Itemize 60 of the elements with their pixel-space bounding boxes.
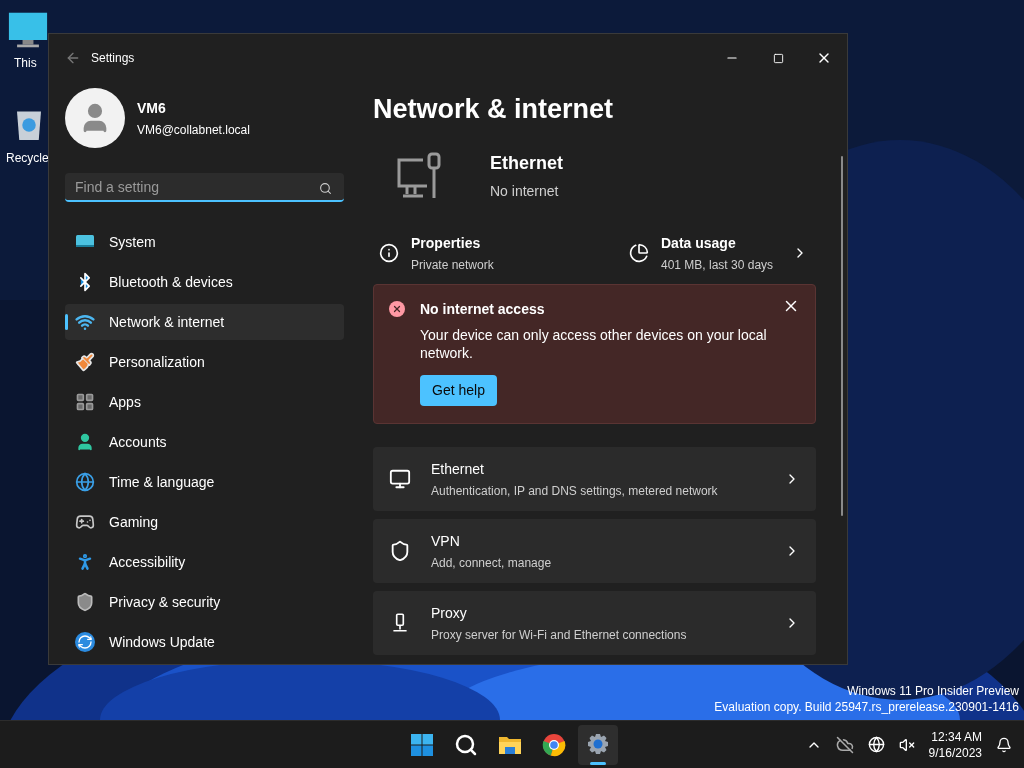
evaluation-notice: Evaluation copy. Build 25947.rs_prerelease.230901-1416 xyxy=(714,699,1019,715)
scrollbar[interactable] xyxy=(841,156,843,516)
page-title: Network & internet xyxy=(373,93,615,126)
nav-icon xyxy=(75,392,95,412)
alert-title: No internet access xyxy=(420,300,545,319)
desktop-icon-label: This xyxy=(13,55,37,72)
browser-icon xyxy=(542,732,566,757)
nav-item[interactable]: Privacy & security xyxy=(65,584,344,620)
settings-row[interactable]: VPN Add, connect, manage xyxy=(373,519,816,583)
nav-icon xyxy=(75,432,95,452)
search-icon xyxy=(454,732,478,757)
nav-item[interactable]: Gaming xyxy=(65,504,344,540)
window-title: Settings xyxy=(91,50,135,67)
search-icon[interactable] xyxy=(319,182,332,195)
notifications-icon[interactable] xyxy=(996,736,1012,753)
nav-item[interactable]: Bluetooth & devices xyxy=(65,264,344,300)
nav-item[interactable]: Time & language xyxy=(65,464,344,500)
nav-item[interactable]: System xyxy=(65,224,344,260)
account-name: VM6 xyxy=(137,98,167,118)
nav-icon xyxy=(75,312,95,332)
alert-message: Your device can only access other devices on your local network. xyxy=(420,326,768,362)
avatar xyxy=(65,88,125,148)
nav-item[interactable]: Windows Update xyxy=(65,624,344,660)
info-icon xyxy=(379,243,399,263)
nav-item[interactable]: Apps xyxy=(65,384,344,420)
nav-item[interactable]: Network & internet xyxy=(65,304,344,340)
settings-row[interactable]: Ethernet Authentication, IP and DNS settings, metered network xyxy=(373,447,816,511)
gear-icon xyxy=(586,732,610,757)
desktop-icon-label: Recycle xyxy=(6,150,49,167)
monitor-icon[interactable] xyxy=(8,10,48,50)
get-help-button[interactable]: Get help xyxy=(420,375,497,406)
clock-time[interactable]: 12:34 AM xyxy=(931,728,982,745)
cloud-icon[interactable] xyxy=(835,735,854,754)
error-icon xyxy=(389,301,405,317)
speaker-muted-icon[interactable] xyxy=(898,736,915,753)
row-icon xyxy=(389,540,411,562)
nav-icon xyxy=(75,592,95,612)
taskbar-app[interactable] xyxy=(578,724,618,765)
nav-icon xyxy=(75,352,95,372)
clock-date[interactable]: 9/16/2023 xyxy=(928,744,982,761)
back-icon[interactable] xyxy=(65,50,81,66)
search-field[interactable]: Find a setting xyxy=(65,173,344,202)
connection-name: Ethernet xyxy=(490,152,563,175)
summary-link[interactable]: Properties Private network xyxy=(373,228,629,278)
nav-icon xyxy=(75,512,95,532)
connection-status: No internet xyxy=(490,182,560,201)
pie-chart-icon xyxy=(629,243,649,263)
summary-link[interactable]: Data usage 401 MB, last 30 days xyxy=(629,228,816,278)
maximize-icon xyxy=(772,52,784,64)
nav-icon xyxy=(75,632,95,652)
evaluation-notice: Windows 11 Pro Insider Preview xyxy=(847,683,1019,699)
nav-item[interactable]: Accounts xyxy=(65,424,344,460)
nav-item[interactable]: Personalization xyxy=(65,344,344,380)
account-email: VM6@collabnet.local xyxy=(137,121,250,139)
row-icon xyxy=(389,468,411,490)
settings-row[interactable]: Proxy Proxy server for Wi-Fi and Ethernet connections xyxy=(373,591,816,655)
start-icon xyxy=(410,732,434,757)
nav-icon xyxy=(75,472,95,492)
nav-item[interactable]: Accessibility xyxy=(65,544,344,580)
network-icon[interactable] xyxy=(867,736,885,753)
